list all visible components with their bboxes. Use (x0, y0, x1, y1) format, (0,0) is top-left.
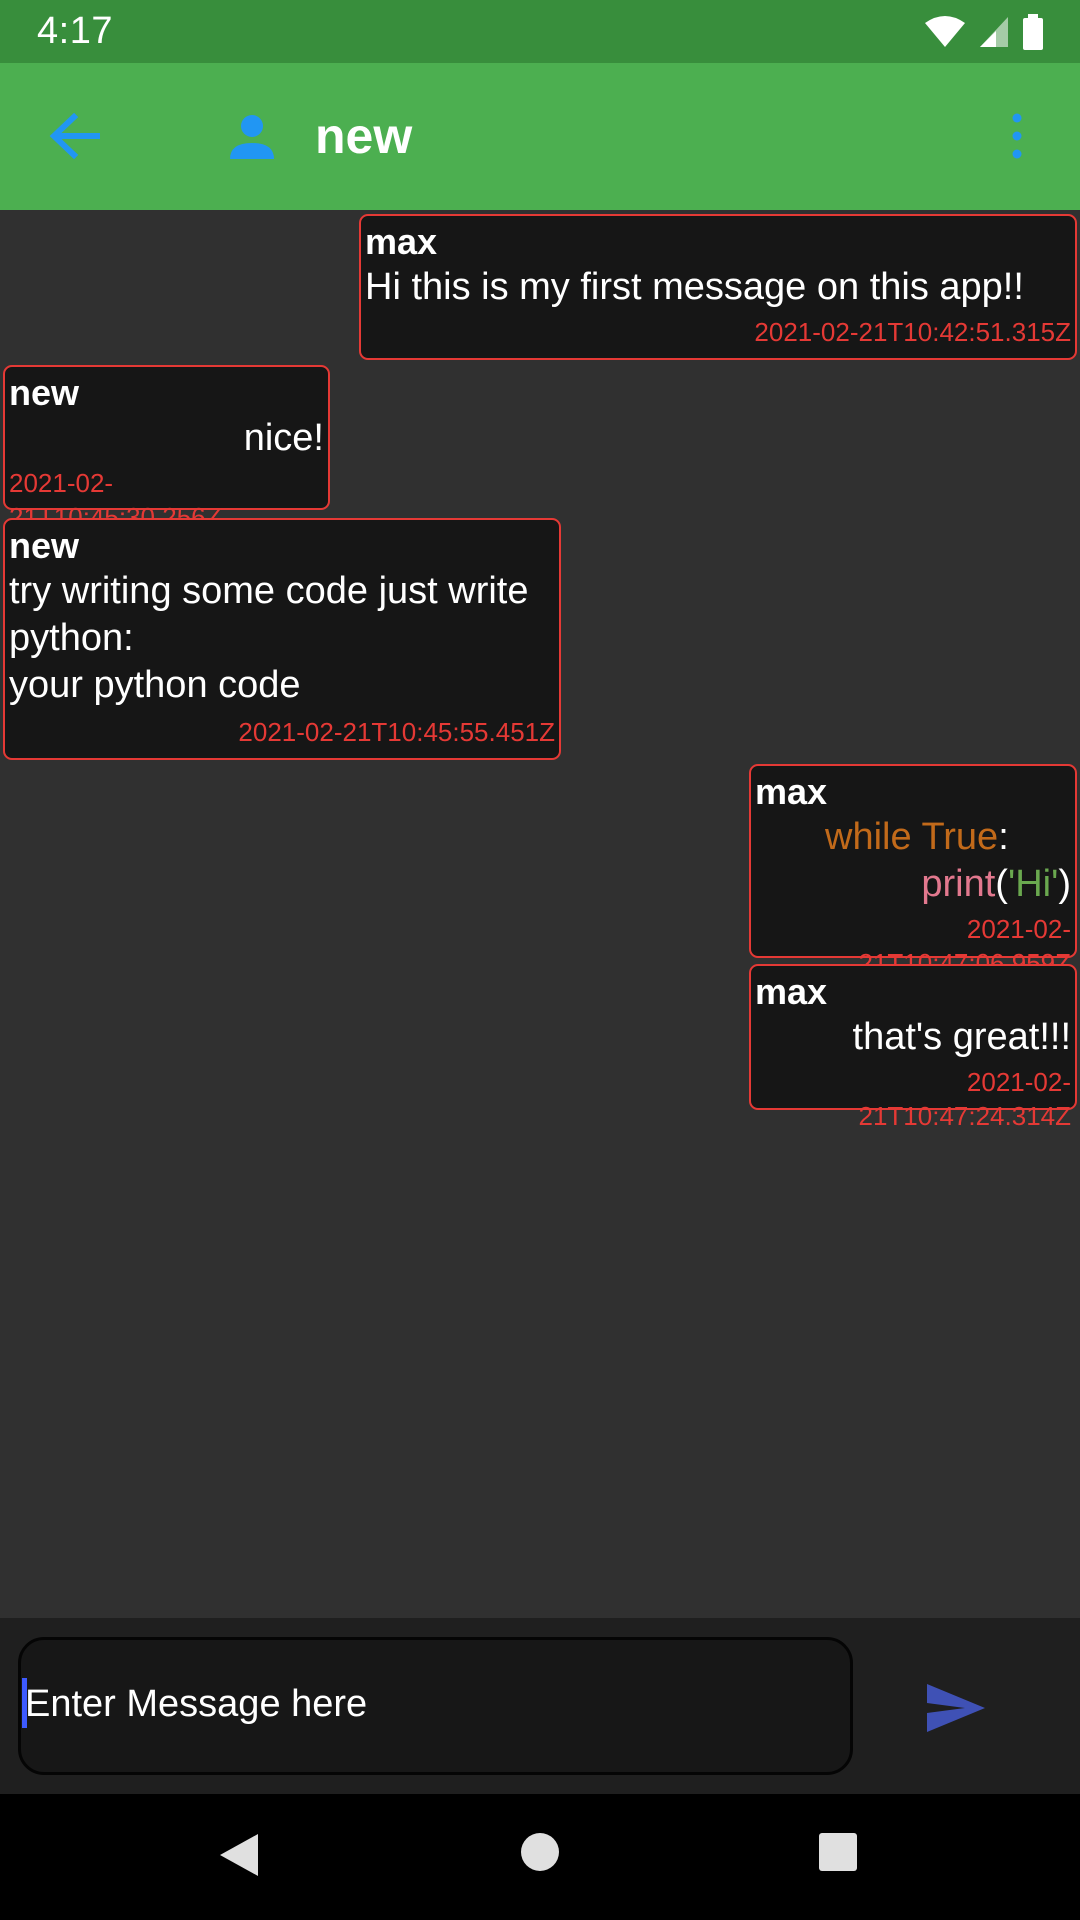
message-text-line: try writing some code just write (9, 570, 529, 612)
status-bar: 4:17 (0, 0, 1080, 63)
app-bar: new (0, 63, 1080, 210)
signal-icon (980, 17, 1008, 47)
message-text-line: python: (9, 617, 134, 659)
status-time: 4:17 (37, 10, 113, 52)
code-function: print (921, 863, 996, 905)
message-sender: max (755, 771, 828, 812)
message-bubble[interactable]: new try writing some code just write pyt… (3, 518, 561, 760)
message-sender: new (9, 372, 80, 413)
wifi-icon (925, 16, 965, 47)
message-text: Hi this is my first message on this app!… (365, 266, 1024, 308)
code-keyword: while True (825, 816, 999, 858)
code-paren-close: ) (1058, 863, 1071, 905)
code-line: while True: (755, 814, 1071, 861)
code-string: 'Hi' (1007, 863, 1059, 905)
message-text: nice! (243, 417, 324, 459)
message-sender: new (9, 525, 80, 566)
code-line: print('Hi') (755, 861, 1071, 908)
message-sender: max (755, 971, 828, 1012)
message-text: that's great!!! (852, 1016, 1071, 1058)
message-bubble[interactable]: max that's great!!! 2021-02-21T10:47:24.… (749, 964, 1077, 1131)
arrow-back-icon[interactable] (48, 113, 100, 159)
message-bubble[interactable]: max Hi this is my first message on this … (359, 214, 1077, 360)
message-bubble[interactable]: new nice! 2021-02-21T10:45:30.256Z (3, 365, 330, 532)
message-text-line: your python code (9, 664, 301, 706)
send-icon[interactable] (925, 1682, 987, 1734)
person-icon (230, 115, 274, 159)
message-input[interactable] (25, 1664, 825, 1744)
composer-bar (0, 1618, 1080, 1794)
message-input-box[interactable] (18, 1637, 853, 1775)
battery-icon (1023, 14, 1043, 50)
system-nav-bar (0, 1794, 1080, 1920)
home-circle-icon[interactable] (520, 1832, 560, 1872)
message-timestamp: 2021-02-21T10:47:24.314Z (858, 1067, 1072, 1131)
status-icons (924, 14, 1044, 50)
code-paren-open: ( (995, 863, 1008, 905)
code-colon: : (998, 816, 1009, 858)
recents-square-icon[interactable] (818, 1832, 858, 1872)
message-timestamp: 2021-02-21T10:42:51.315Z (754, 317, 1071, 347)
message-sender: max (365, 221, 438, 262)
back-triangle-icon[interactable] (218, 1832, 260, 1878)
message-list[interactable]: max Hi this is my first message on this … (0, 210, 1080, 1618)
message-timestamp: 2021-02-21T10:45:55.451Z (238, 717, 555, 747)
message-bubble[interactable]: max while True: print('Hi') 2021-02-21T1… (749, 764, 1077, 978)
chat-title: new (315, 108, 413, 164)
more-vert-icon[interactable] (1000, 113, 1034, 159)
